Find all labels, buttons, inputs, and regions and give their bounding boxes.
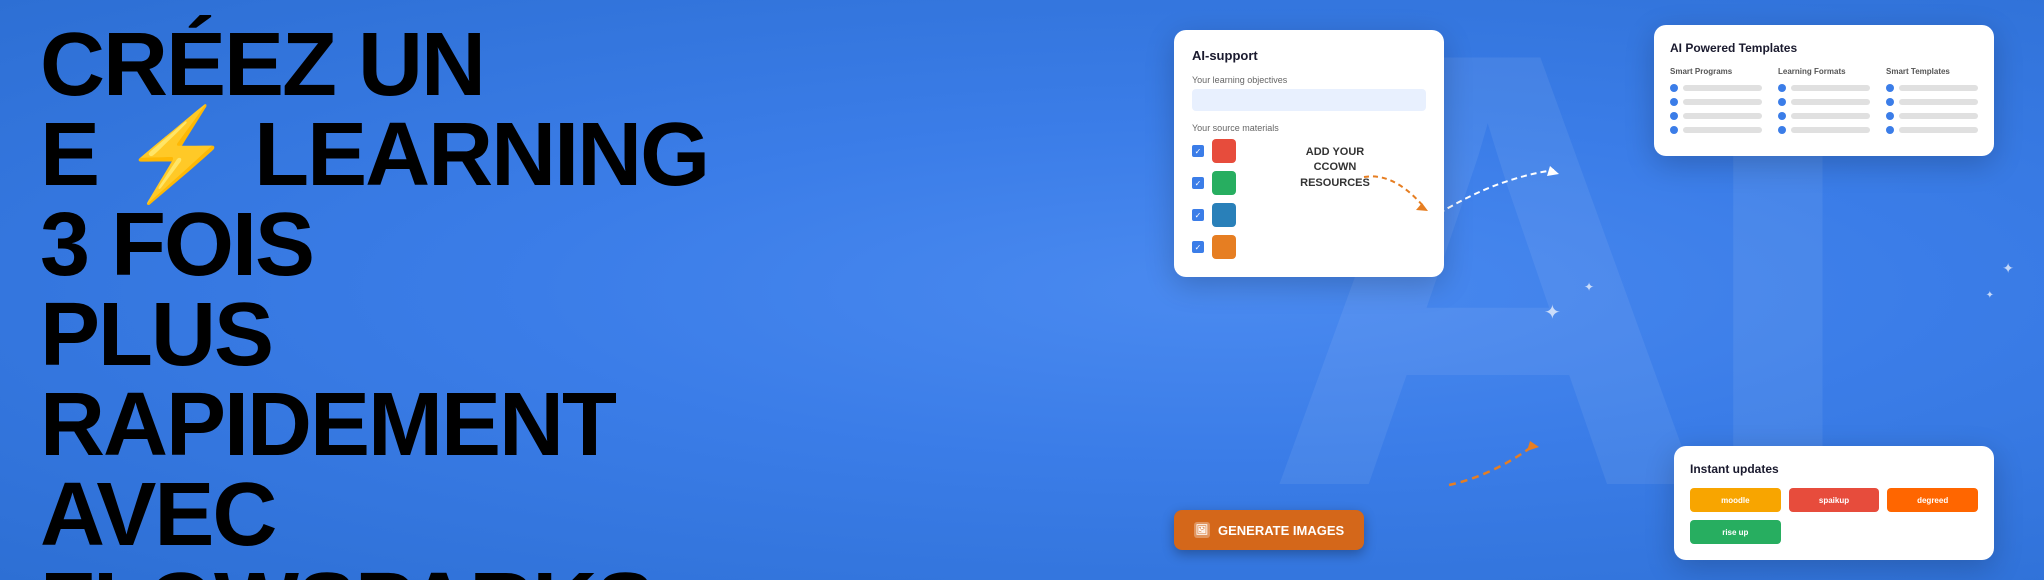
- smart-programs-title: Smart Programs: [1670, 67, 1762, 76]
- source-row-4: [1192, 235, 1236, 259]
- template-item: [1778, 126, 1870, 134]
- headline-avec: AVEC: [40, 465, 275, 565]
- headline-line2: E ⚡ LEARNING 3 FOIS: [40, 110, 740, 290]
- icon-sheets: [1212, 171, 1236, 195]
- source-row-1: [1192, 139, 1236, 163]
- headline-line4: AVEC FLOWSPARKS: [40, 470, 740, 580]
- templates-card: AI Powered Templates Smart Programs Lear…: [1654, 25, 1994, 156]
- template-item: [1670, 84, 1762, 92]
- ai-support-title: AI-support: [1192, 48, 1426, 63]
- logo-spaikup: spaikup: [1789, 488, 1880, 512]
- generate-icon: 🖼: [1194, 522, 1210, 538]
- learning-formats-title: Learning Formats: [1778, 67, 1870, 76]
- checkbox-3[interactable]: [1192, 209, 1204, 221]
- checkbox-4[interactable]: [1192, 241, 1204, 253]
- generate-label: GENERATE IMAGES: [1218, 523, 1344, 538]
- lightning-icon-1: ⚡: [121, 110, 231, 200]
- logos-grid: moodle spaikup degreed rise up: [1690, 488, 1978, 544]
- template-col-learning-formats: Learning Formats: [1778, 67, 1870, 140]
- sparkle-4: ✦: [1986, 290, 1994, 301]
- headline: CRÉEZ UN E ⚡ LEARNING 3 FOIS PLUS RAPIDE…: [40, 20, 740, 580]
- template-item: [1670, 98, 1762, 106]
- banner: AI CRÉEZ UN E ⚡ LEARNING 3 FOIS PLUS RAP…: [0, 0, 2044, 580]
- orange-arrow-decoration: [1444, 435, 1544, 500]
- instant-updates-card: Instant updates moodle spaikup degreed r…: [1674, 446, 1994, 560]
- template-col-smart-programs: Smart Programs: [1670, 67, 1762, 140]
- logo-riseup: rise up: [1690, 520, 1781, 544]
- objectives-label: Your learning objectives: [1192, 75, 1426, 85]
- smart-templates-title: Smart Templates: [1886, 67, 1978, 76]
- dashed-arrow-decoration: [1354, 167, 1434, 222]
- template-item: [1670, 126, 1762, 134]
- checkbox-2[interactable]: [1192, 177, 1204, 189]
- sparkle-1: ✦: [1544, 300, 1561, 325]
- template-item: [1886, 84, 1978, 92]
- icon-pdf: [1212, 139, 1236, 163]
- template-item: [1778, 98, 1870, 106]
- sparkle-3: ✦: [2002, 260, 2014, 277]
- template-col-smart-templates: Smart Templates: [1886, 67, 1978, 140]
- objectives-input[interactable]: [1192, 89, 1426, 111]
- checkbox-1[interactable]: [1192, 145, 1204, 157]
- logo-moodle: moodle: [1690, 488, 1781, 512]
- headline-flow: FLOW: [40, 555, 297, 580]
- cards-area: AI-support Your learning objectives Your…: [1124, 0, 2024, 580]
- template-item: [1778, 112, 1870, 120]
- template-item: [1670, 112, 1762, 120]
- icon-doc: [1212, 235, 1236, 259]
- template-item: [1886, 98, 1978, 106]
- ai-support-card: AI-support Your learning objectives Your…: [1174, 30, 1444, 277]
- instant-updates-title: Instant updates: [1690, 462, 1978, 476]
- headline-line1: CRÉEZ UN: [40, 20, 740, 110]
- source-row-2: [1192, 171, 1236, 195]
- headline-e: E: [40, 105, 121, 205]
- sparkle-2: ✦: [1584, 280, 1594, 294]
- template-item: [1886, 126, 1978, 134]
- source-row-3: [1192, 203, 1236, 227]
- logo-degreed: degreed: [1887, 488, 1978, 512]
- materials-label: Your source materials: [1192, 123, 1426, 133]
- headline-line3: PLUS RAPIDEMENT: [40, 290, 740, 470]
- icon-slides: [1212, 203, 1236, 227]
- template-item: [1778, 84, 1870, 92]
- templates-title: AI Powered Templates: [1670, 41, 1978, 55]
- generate-images-button[interactable]: 🖼 GENERATE IMAGES: [1174, 510, 1364, 550]
- templates-columns: Smart Programs Learning Formats Smart Te…: [1670, 67, 1978, 140]
- template-item: [1886, 112, 1978, 120]
- headline-section: CRÉEZ UN E ⚡ LEARNING 3 FOIS PLUS RAPIDE…: [40, 20, 740, 580]
- headline-sparks: SPARKS: [297, 555, 653, 580]
